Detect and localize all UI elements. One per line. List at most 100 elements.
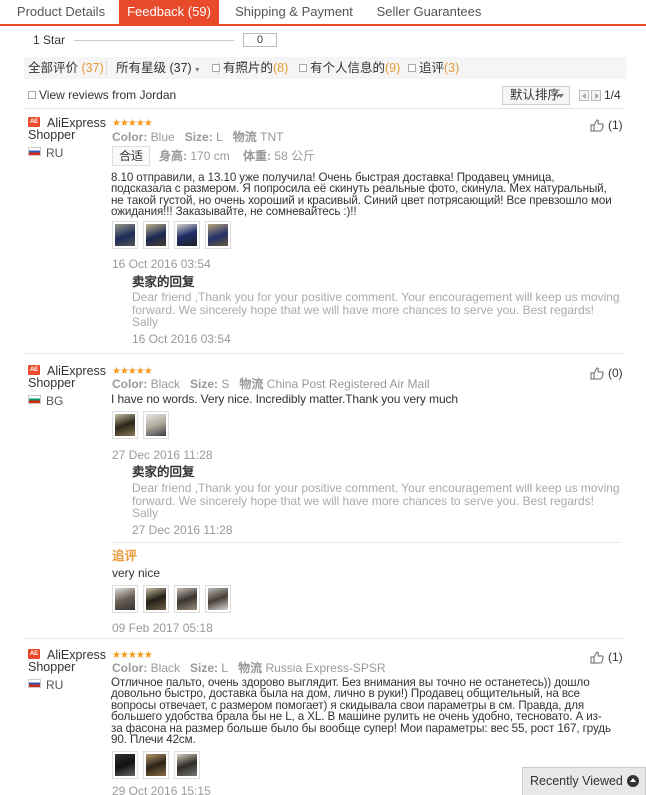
chevron-down-icon: ▾ [195, 65, 200, 74]
review-photo-thumbnail[interactable] [174, 751, 200, 779]
reviewer-name[interactable]: AliExpress Shopper [28, 365, 108, 390]
sort-select[interactable]: 默认排序 [502, 86, 570, 105]
body-info: 身高: 170 cm 体重: 58 公斤 [159, 149, 315, 163]
filter-personal-info[interactable]: 有个人信息的(9) [299, 57, 400, 79]
pagination-info: 1/4 [604, 88, 621, 102]
chevron-left-icon [582, 93, 586, 99]
review-photo-thumbnail[interactable] [143, 411, 169, 439]
filter-photos-count: (8) [273, 61, 289, 75]
rating-stars: ★★★★★ [112, 650, 153, 661]
review-photo-thumbnail[interactable] [112, 411, 138, 439]
review-photo-thumbnail[interactable] [112, 585, 138, 613]
prev-page-button[interactable] [579, 90, 589, 101]
filter-photos-checkbox[interactable] [212, 64, 220, 72]
reviewer-country: BG [46, 394, 64, 408]
filter-star-select[interactable]: 所有星级 (37) ▾ [116, 57, 199, 81]
tab-bar: Product Details Feedback (59) Shipping &… [0, 0, 646, 26]
star-rating-count: 0 [243, 33, 277, 47]
helpful-vote[interactable]: (1) [590, 650, 630, 666]
tab-product-details[interactable]: Product Details [6, 0, 116, 24]
review-photo-thumbnail[interactable] [174, 585, 200, 613]
reviewer-country: RU [46, 146, 64, 160]
helpful-vote[interactable]: (0) [590, 366, 630, 382]
filter-all[interactable]: 全部评价 (37) [28, 57, 104, 79]
review-photo-thumbnail[interactable] [174, 221, 200, 249]
flag-ru-icon [28, 679, 41, 688]
review-text: Отличное пальто, очень здорово выглядит.… [111, 676, 611, 747]
filter-followup-label: 追评 [419, 61, 445, 75]
jordan-filter[interactable]: View reviews from Jordan [28, 88, 176, 102]
size-label: Size: [184, 130, 213, 144]
review-photo-thumbnail[interactable] [112, 751, 138, 779]
chevron-down-icon [558, 94, 564, 98]
helpful-count: (1) [608, 650, 623, 664]
size-value: L [216, 130, 223, 144]
color-value: Black [150, 661, 181, 675]
filter-photos-label: 有照片的 [223, 61, 274, 75]
review-photo-thumbnail[interactable] [143, 221, 169, 249]
shipping-label: 物流 [238, 661, 263, 675]
jordan-checkbox[interactable] [28, 91, 36, 99]
divider [24, 638, 624, 639]
filter-personal-info-checkbox[interactable] [299, 64, 307, 72]
color-label: Color: [112, 377, 148, 391]
size-label: Size: [190, 661, 219, 675]
seller-reply-date: 27 Dec 2016 11:28 [132, 523, 233, 537]
review-text: 8.10 отправили, а 13.10 уже получила! Оч… [111, 171, 612, 219]
divider [24, 353, 624, 354]
tab-shipping-payment[interactable]: Shipping & Payment [226, 0, 362, 24]
flag-ru-icon [28, 147, 41, 156]
filter-followup-count: (3) [444, 61, 460, 75]
recently-viewed-button[interactable]: Recently Viewed [522, 767, 646, 795]
size-value: L [221, 661, 229, 675]
chevron-up-icon [627, 775, 639, 787]
divider [24, 108, 624, 109]
review-date: 16 Oct 2016 03:54 [112, 257, 211, 271]
filter-personal-info-count: (9) [385, 61, 401, 75]
shipping-value: China Post Registered Air Mail [266, 377, 430, 391]
filter-divider [106, 61, 107, 75]
color-label: Color: [112, 661, 148, 675]
reviewer-country: RU [46, 678, 64, 692]
helpful-count: (0) [608, 366, 623, 380]
reviewer-name[interactable]: AliExpress Shopper [28, 649, 108, 674]
helpful-count: (1) [608, 118, 623, 132]
flag-bg-icon [28, 395, 41, 404]
review-photo-thumbnail[interactable] [143, 585, 169, 613]
filter-followup-checkbox[interactable] [408, 64, 416, 72]
sort-select-label: 默认排序 [510, 88, 561, 102]
seller-reply-text: Dear friend ,Thank you for your positive… [132, 290, 620, 330]
review-item: AE AliExpress Shopper RU ★★★★★ Color: Bl… [0, 116, 646, 346]
review-photo-thumbnail[interactable] [143, 751, 169, 779]
size-label: Size: [190, 377, 219, 391]
filter-bar: 全部评价 (37) 所有星级 (37) ▾ 有照片的(8) 有个人信息的(9) … [24, 57, 627, 79]
review-photo-thumbnail[interactable] [205, 585, 231, 613]
helpful-vote[interactable]: (1) [590, 118, 630, 134]
filter-photos[interactable]: 有照片的(8) [212, 57, 288, 79]
next-page-button[interactable] [591, 90, 601, 101]
shipping-label: 物流 [232, 130, 257, 144]
reviewer-name[interactable]: AliExpress Shopper [28, 117, 108, 142]
rating-stars: ★★★★★ [112, 118, 153, 129]
review-photo-thumbnail[interactable] [112, 221, 138, 249]
review-date: 29 Oct 2016 15:15 [112, 784, 211, 795]
tab-feedback[interactable]: Feedback (59) [119, 0, 219, 24]
divider [112, 542, 620, 543]
filter-all-count: (37) [81, 61, 104, 75]
jordan-label: View reviews from Jordan [39, 88, 177, 102]
shipping-value: TNT [260, 130, 284, 144]
star-rating-label[interactable]: 1 Star [33, 33, 65, 48]
height-label: 身高: [159, 149, 187, 163]
review-photo-thumbnail[interactable] [205, 221, 231, 249]
filter-followup[interactable]: 追评(3) [408, 57, 459, 79]
size-value: S [221, 377, 230, 391]
tab-seller-guarantees[interactable]: Seller Guarantees [367, 0, 491, 24]
order-info: Color: Blue Size: L 物流 TNT [112, 130, 283, 144]
seller-reply-text: Dear friend ,Thank you for your positive… [132, 481, 620, 521]
seller-reply-date: 16 Oct 2016 03:54 [132, 332, 231, 346]
fit-tag: 合适 [112, 146, 150, 166]
color-label: Color: [112, 130, 148, 144]
order-info: Color: Black Size: L 物流 Russia Express-S… [112, 661, 386, 675]
review-text: I have no words. Very nice. Incredibly m… [111, 392, 458, 406]
review-item: AE AliExpress Shopper BG ★★★★★ Color: Bl… [0, 364, 646, 644]
